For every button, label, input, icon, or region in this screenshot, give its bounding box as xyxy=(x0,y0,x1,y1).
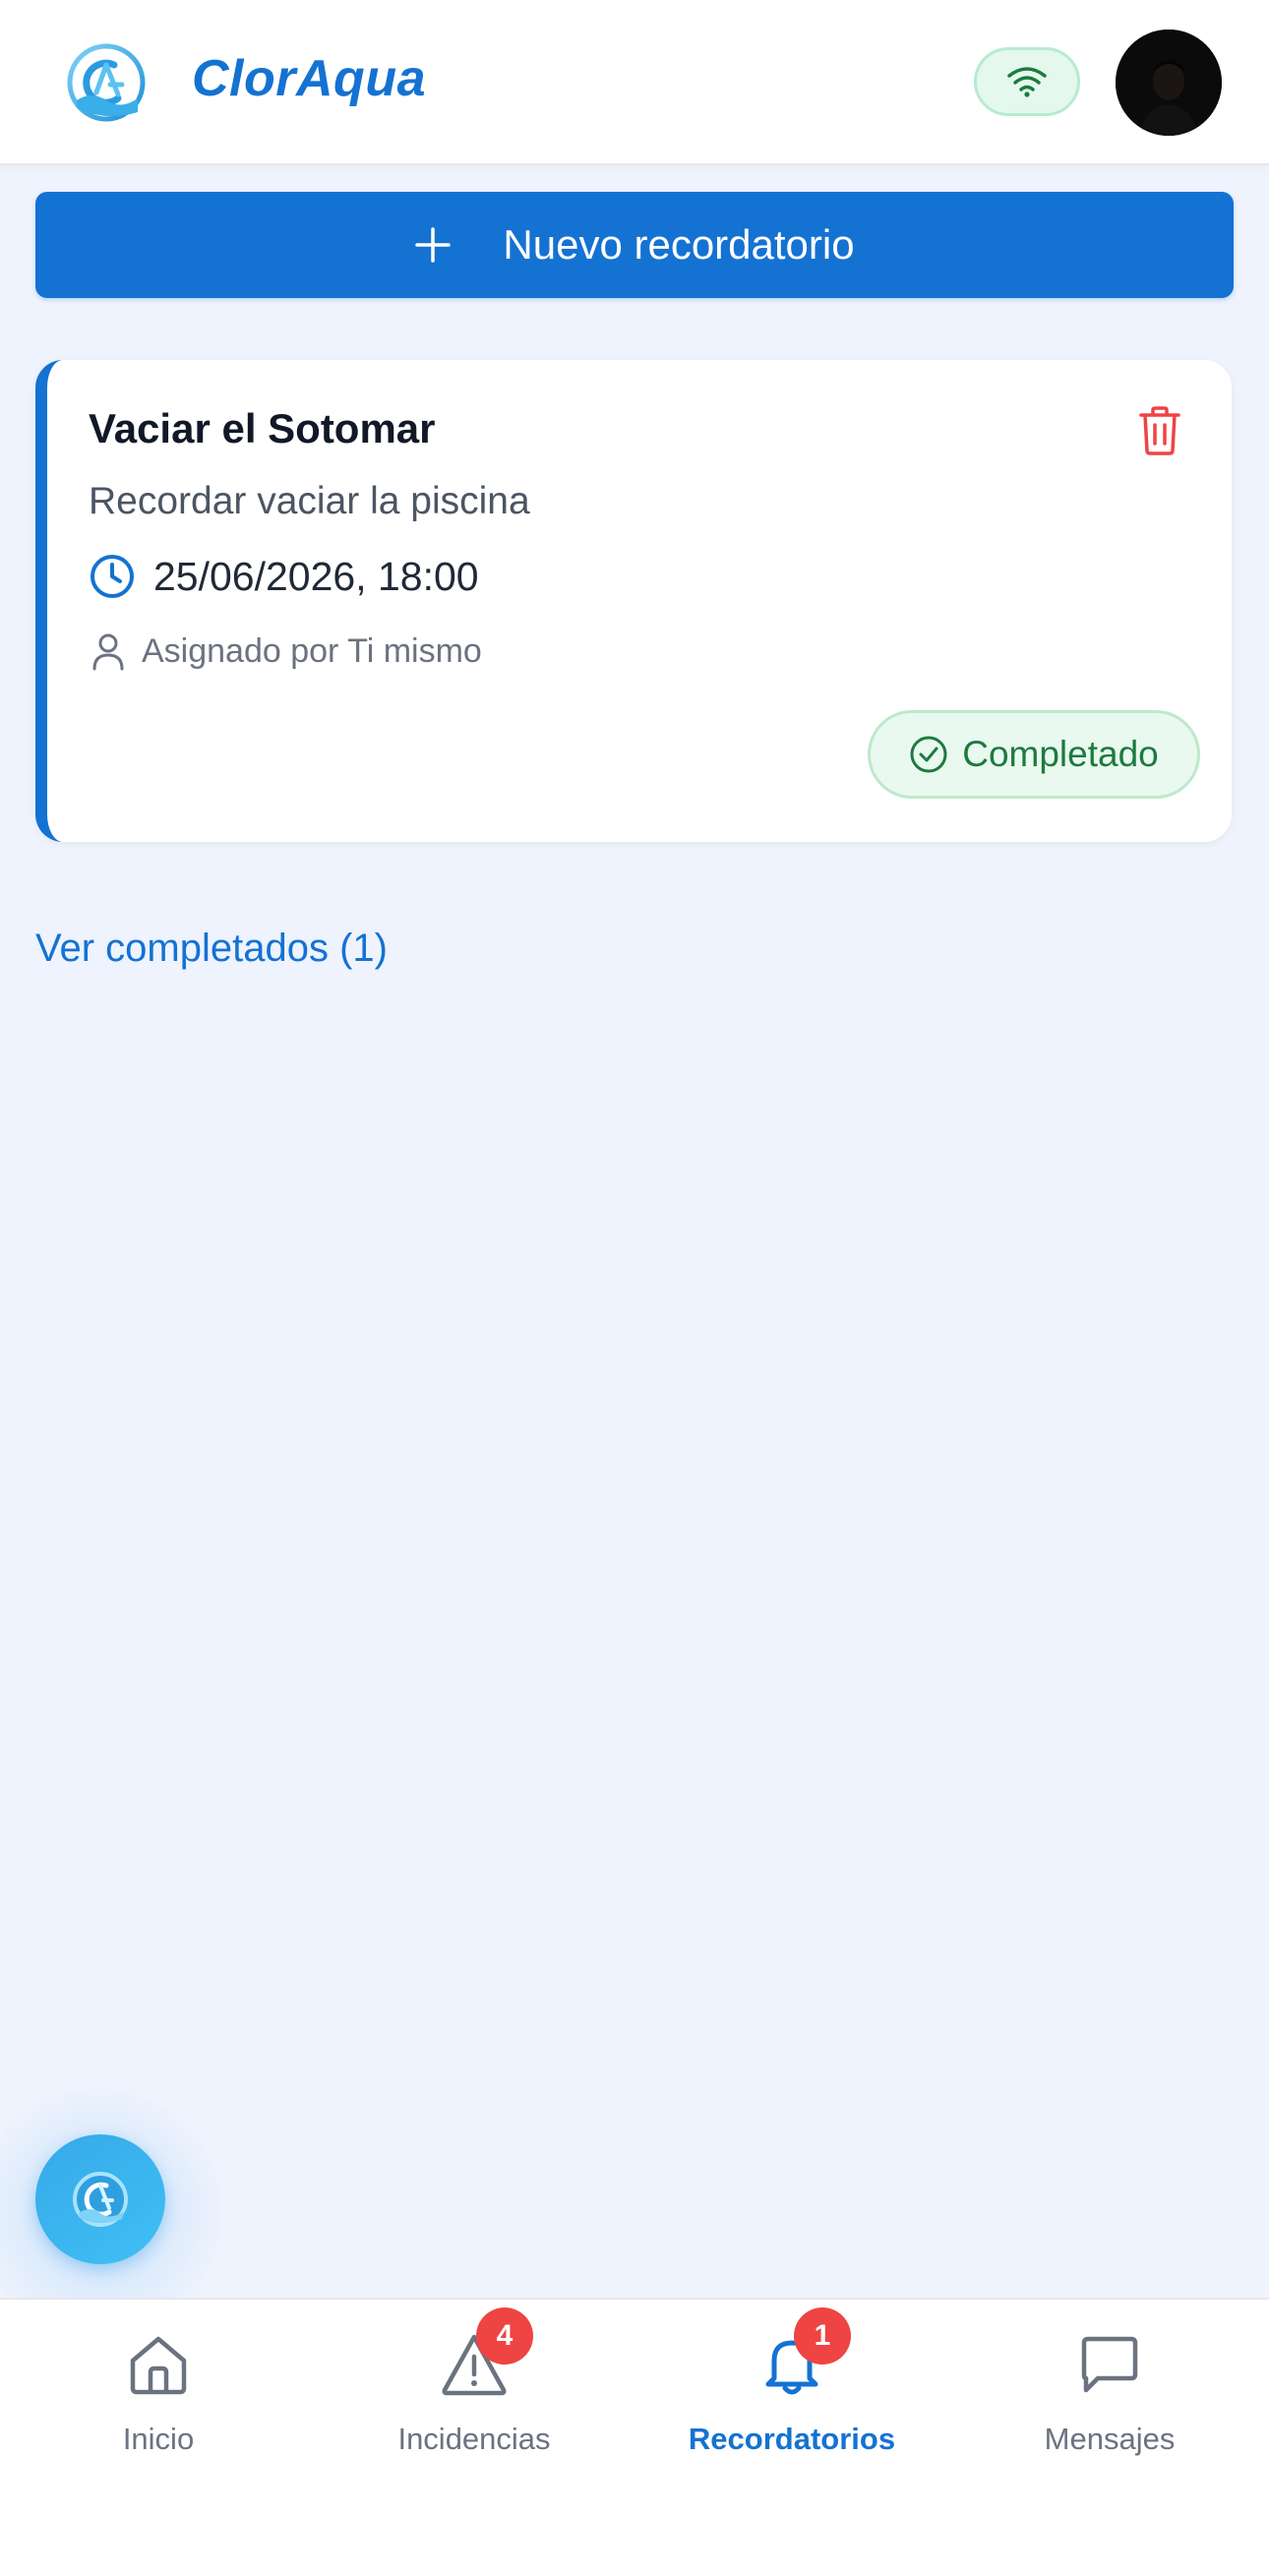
user-icon xyxy=(92,633,124,671)
avatar-photo xyxy=(1116,30,1222,136)
nav-label-mensajes: Mensajes xyxy=(1044,2422,1176,2456)
avatar[interactable] xyxy=(1116,30,1222,136)
check-circle-icon xyxy=(910,736,947,773)
incidencias-count-badge: 4 xyxy=(476,2307,533,2365)
app-title: ClorAqua xyxy=(192,50,426,107)
nav-item-recordatorios[interactable]: 1 Recordatorios xyxy=(674,2307,910,2477)
reminder-description: Recordar vaciar la piscina xyxy=(89,480,530,522)
top-app-bar: ClorAqua xyxy=(0,0,1269,165)
reminder-datetime: 25/06/2026, 18:00 xyxy=(153,553,479,599)
new-reminder-button[interactable]: Nuevo recordatorio xyxy=(35,192,1234,298)
nav-label-inicio: Inicio xyxy=(122,2422,195,2456)
nav-item-inicio[interactable]: Inicio xyxy=(40,2329,276,2477)
new-reminder-label: Nuevo recordatorio xyxy=(503,221,855,268)
wifi-icon xyxy=(1007,67,1047,97)
nav-label-recordatorios: Recordatorios xyxy=(688,2422,896,2456)
nav-item-mensajes[interactable]: Mensajes xyxy=(992,2329,1228,2477)
completed-status-label: Completado xyxy=(962,734,1159,774)
bottom-navigation: Inicio 4 Incidencias 1 Recordatorios Men… xyxy=(0,2298,1269,2576)
plus-icon xyxy=(414,226,452,264)
assistant-fab-button[interactable] xyxy=(35,2134,165,2264)
message-icon xyxy=(1081,2336,1138,2393)
connection-status-pill[interactable] xyxy=(974,47,1080,116)
reminder-assigned-row: Asignado por Ti mismo xyxy=(91,631,482,671)
clock-icon xyxy=(91,555,134,598)
nav-label-incidencias: Incidencias xyxy=(397,2422,551,2456)
reminder-assigned: Asignado por Ti mismo xyxy=(142,631,482,670)
recordatorios-count-badge: 1 xyxy=(794,2307,851,2365)
cloraqua-logo-icon xyxy=(73,2172,128,2227)
reminder-datetime-row: 25/06/2026, 18:00 xyxy=(89,553,479,600)
reminder-card[interactable]: Vaciar el Sotomar Recordar vaciar la pis… xyxy=(35,360,1232,842)
cloraqua-logo-icon[interactable] xyxy=(67,43,146,122)
reminder-title: Vaciar el Sotomar xyxy=(89,405,436,451)
home-icon xyxy=(130,2336,187,2395)
nav-item-incidencias[interactable]: 4 Incidencias xyxy=(356,2307,592,2477)
completed-status-button[interactable]: Completado xyxy=(868,710,1200,799)
view-completed-link[interactable]: Ver completados (1) xyxy=(35,927,388,971)
trash-icon[interactable] xyxy=(1137,405,1182,456)
